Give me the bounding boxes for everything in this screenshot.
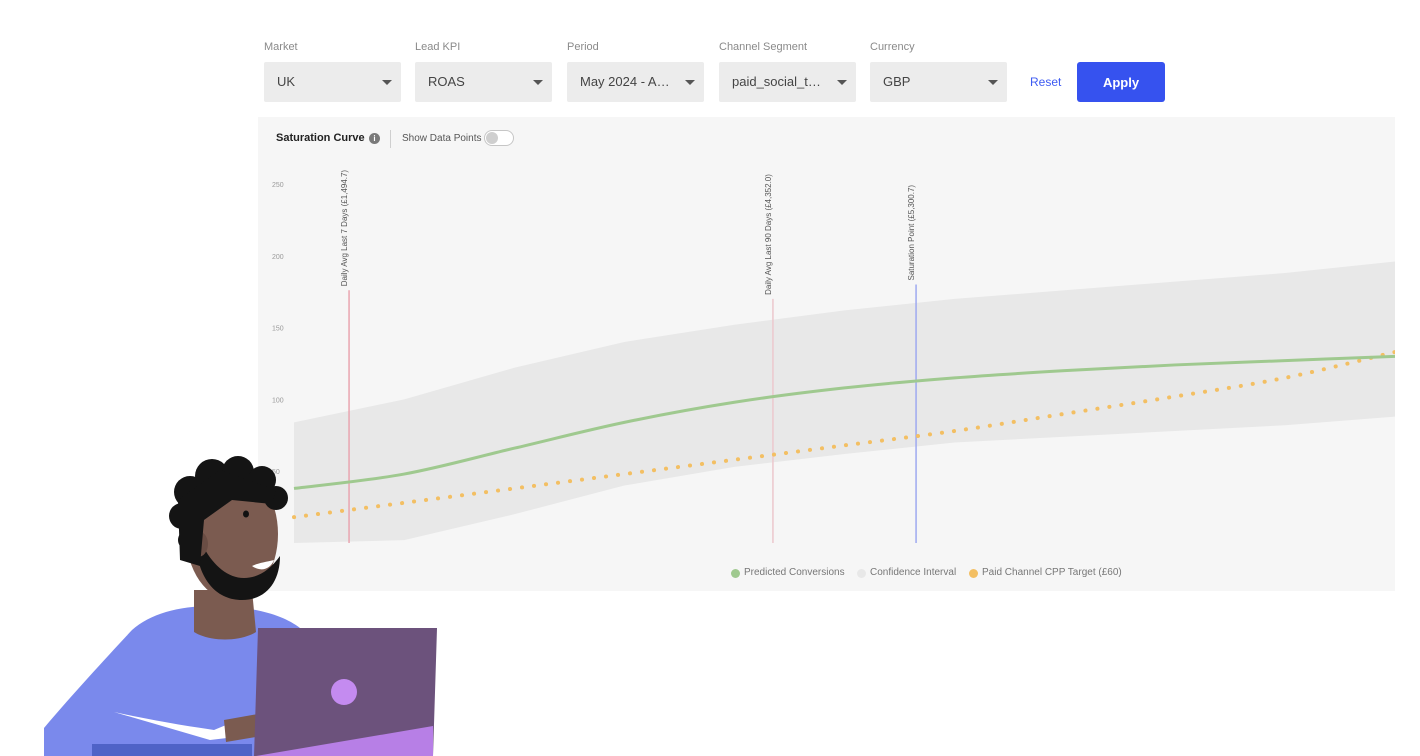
chevron-down-icon — [533, 80, 543, 85]
currency-label: Currency — [870, 41, 915, 53]
apply-button[interactable]: Apply — [1077, 62, 1165, 102]
toggle-knob — [486, 132, 498, 144]
marker-label: Saturation Point (£5,300.7) — [907, 185, 916, 281]
laptop-logo-icon — [331, 679, 357, 705]
legend-label: Confidence Interval — [870, 567, 957, 578]
desk-edge — [92, 744, 252, 756]
channel-segment-filter: Channel Segment paid_social_tikto... — [719, 40, 856, 102]
legend-dot — [857, 569, 866, 578]
chevron-down-icon — [685, 80, 695, 85]
channel-segment-select[interactable]: paid_social_tikto... — [719, 62, 856, 102]
person-with-laptop-illustration — [44, 456, 437, 756]
currency-filter: Currency GBP — [870, 40, 1007, 102]
marker-label: Daily Avg Last 90 Days (£4,352.0) — [764, 174, 773, 295]
legend-dot — [969, 569, 978, 578]
channel-segment-label: Channel Segment — [719, 41, 808, 53]
legend-label: Paid Channel CPP Target (£60) — [982, 567, 1122, 578]
chevron-down-icon — [988, 80, 998, 85]
show-data-points-toggle[interactable] — [484, 130, 514, 146]
period-label: Period — [567, 41, 599, 53]
reset-button[interactable]: Reset — [1030, 75, 1061, 89]
person-eye — [243, 510, 249, 518]
legend-label: Predicted Conversions — [744, 567, 845, 578]
legend-dot — [731, 569, 740, 578]
currency-select[interactable]: GBP — [870, 62, 1007, 102]
period-select[interactable]: May 2024 - Aug 2... — [567, 62, 704, 102]
chevron-down-icon — [837, 80, 847, 85]
period-filter: Period May 2024 - Aug 2... — [567, 40, 704, 102]
